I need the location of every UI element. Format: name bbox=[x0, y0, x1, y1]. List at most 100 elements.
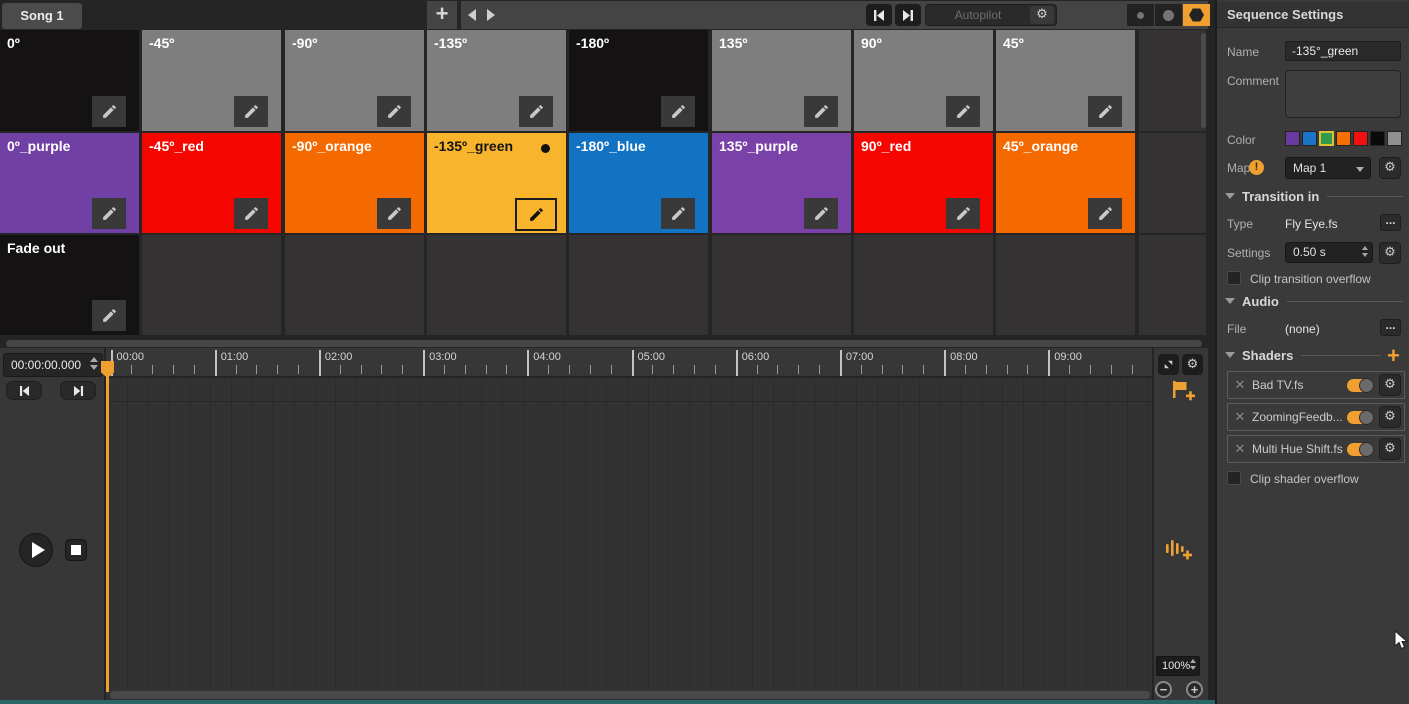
stop-button[interactable] bbox=[65, 539, 87, 561]
grid-header-cell[interactable]: 45º bbox=[996, 30, 1135, 131]
edit-clip-button[interactable] bbox=[661, 198, 695, 229]
grid-header-cell[interactable]: 0º bbox=[0, 30, 139, 131]
transition-duration-spinner[interactable]: 0.50 s bbox=[1285, 242, 1373, 263]
autopilot-gear-icon[interactable]: ⚙ bbox=[1030, 6, 1054, 24]
grid-header-cell[interactable]: -45º bbox=[142, 30, 281, 131]
clip-cell[interactable]: -180º_blue bbox=[569, 133, 708, 233]
type-browse-button[interactable]: ... bbox=[1380, 214, 1401, 231]
shader-toggle-on[interactable] bbox=[1347, 443, 1373, 456]
grid-vertical-scrollbar[interactable] bbox=[1201, 33, 1206, 128]
edit-clip-button[interactable] bbox=[804, 198, 838, 229]
shaders-section-header[interactable]: Shaders bbox=[1225, 347, 1383, 363]
duration-spin-arrows[interactable] bbox=[1362, 246, 1368, 257]
edit-clip-button[interactable] bbox=[234, 198, 268, 229]
edit-cell-button[interactable] bbox=[92, 96, 126, 127]
comment-textarea[interactable] bbox=[1285, 70, 1401, 118]
empty-grid-cell[interactable] bbox=[142, 235, 281, 335]
add-sequence-button[interactable]: + bbox=[427, 1, 457, 29]
empty-grid-cell[interactable] bbox=[1139, 30, 1206, 131]
color-swatch[interactable] bbox=[1387, 131, 1402, 146]
color-swatch[interactable] bbox=[1353, 131, 1368, 146]
empty-grid-cell[interactable] bbox=[854, 235, 993, 335]
collapse-caret-icon[interactable] bbox=[1225, 298, 1235, 304]
collapse-caret-icon[interactable] bbox=[1225, 352, 1235, 358]
file-browse-button[interactable]: ... bbox=[1380, 319, 1401, 336]
fit-view-button[interactable] bbox=[1158, 354, 1179, 375]
shader-gear-icon[interactable]: ⚙ bbox=[1379, 406, 1401, 428]
playhead-line[interactable] bbox=[106, 361, 109, 692]
clip-cell[interactable]: -45º_red bbox=[142, 133, 281, 233]
timeline-settings-gear-icon[interactable]: ⚙ bbox=[1182, 354, 1203, 375]
shader-gear-icon[interactable]: ⚙ bbox=[1379, 374, 1401, 396]
color-swatch-selected[interactable] bbox=[1319, 131, 1334, 146]
color-swatch[interactable] bbox=[1336, 131, 1351, 146]
view-toggle-small[interactable] bbox=[1127, 4, 1154, 26]
zoom-spinner[interactable] bbox=[1190, 659, 1196, 670]
timecode-field[interactable]: 00:00:00.000 bbox=[3, 353, 103, 377]
clip-cell[interactable]: 45º_orange bbox=[996, 133, 1135, 233]
shader-row[interactable]: ✕ ZoomingFeedb... ⚙ bbox=[1227, 403, 1405, 431]
map-info-icon[interactable]: ! bbox=[1249, 160, 1264, 175]
view-toggle-large-active[interactable] bbox=[1183, 4, 1210, 26]
remove-shader-icon[interactable]: ✕ bbox=[1228, 441, 1252, 457]
empty-grid-cell[interactable] bbox=[1139, 133, 1206, 233]
timeline-skip-start-button[interactable] bbox=[6, 381, 42, 400]
transition-gear-icon[interactable]: ⚙ bbox=[1379, 242, 1401, 264]
play-button[interactable] bbox=[19, 533, 53, 567]
edit-clip-button[interactable] bbox=[92, 198, 126, 229]
shader-toggle-on[interactable] bbox=[1347, 379, 1373, 392]
transition-in-section-header[interactable]: Transition in bbox=[1225, 188, 1405, 204]
add-audio-waveform-icon[interactable] bbox=[1165, 538, 1193, 562]
shader-row[interactable]: ✕ Multi Hue Shift.fs ⚙ bbox=[1227, 435, 1405, 463]
zoom-in-button[interactable]: + bbox=[1186, 681, 1203, 698]
shader-toggle-on[interactable] bbox=[1347, 411, 1373, 424]
color-swatch[interactable] bbox=[1285, 131, 1300, 146]
view-toggle-medium[interactable] bbox=[1155, 4, 1182, 26]
edit-cell-button[interactable] bbox=[519, 96, 553, 127]
edit-cell-button[interactable] bbox=[661, 96, 695, 127]
empty-grid-cell[interactable] bbox=[996, 235, 1135, 335]
clip-cell[interactable]: 90º_red bbox=[854, 133, 993, 233]
color-swatch[interactable] bbox=[1302, 131, 1317, 146]
clip-transition-overflow-checkbox[interactable] bbox=[1227, 271, 1241, 285]
map-gear-icon[interactable]: ⚙ bbox=[1379, 157, 1401, 179]
spin-up-icon[interactable] bbox=[1190, 659, 1196, 663]
next-arrow-icon[interactable] bbox=[487, 9, 495, 21]
remove-shader-icon[interactable]: ✕ bbox=[1228, 409, 1252, 425]
grid-header-cell[interactable]: -90º bbox=[285, 30, 424, 131]
edit-clip-button[interactable] bbox=[515, 198, 557, 231]
prev-arrow-icon[interactable] bbox=[468, 9, 476, 21]
spin-up-icon[interactable] bbox=[90, 357, 98, 362]
skip-to-end-button[interactable] bbox=[895, 4, 921, 26]
empty-grid-cell[interactable] bbox=[569, 235, 708, 335]
edit-cell-button[interactable] bbox=[92, 300, 126, 331]
empty-grid-cell[interactable] bbox=[712, 235, 851, 335]
collapse-caret-icon[interactable] bbox=[1225, 193, 1235, 199]
edit-clip-button[interactable] bbox=[377, 198, 411, 229]
name-input[interactable]: -135°_green bbox=[1285, 41, 1401, 61]
zoom-level-field[interactable]: 100% bbox=[1156, 656, 1200, 676]
add-marker-flag-icon[interactable] bbox=[1171, 380, 1195, 402]
empty-grid-cell[interactable] bbox=[285, 235, 424, 335]
clip-cell[interactable]: 0º_purple bbox=[0, 133, 139, 233]
spin-down-icon[interactable] bbox=[90, 365, 98, 370]
spin-up-icon[interactable] bbox=[1362, 246, 1368, 250]
edit-cell-button[interactable] bbox=[234, 96, 268, 127]
empty-grid-cell[interactable] bbox=[427, 235, 566, 335]
grid-horizontal-scrollbar[interactable] bbox=[6, 340, 1202, 347]
clip-cell-active[interactable]: -135º_green bbox=[427, 133, 566, 233]
spin-down-icon[interactable] bbox=[1362, 253, 1368, 257]
timeline-body[interactable] bbox=[106, 380, 1152, 688]
shader-gear-icon[interactable]: ⚙ bbox=[1379, 438, 1401, 460]
grid-header-cell[interactable]: 135º bbox=[712, 30, 851, 131]
timeline-skip-end-button[interactable] bbox=[60, 381, 96, 400]
clip-cell[interactable]: 135º_purple bbox=[712, 133, 851, 233]
timeline-ruler[interactable]: 00:0001:0002:0003:0004:0005:0006:0007:00… bbox=[106, 348, 1152, 378]
remove-shader-icon[interactable]: ✕ bbox=[1228, 377, 1252, 393]
grid-header-cell[interactable]: -135º bbox=[427, 30, 566, 131]
add-shader-button[interactable]: + bbox=[1387, 343, 1400, 369]
edit-cell-button[interactable] bbox=[377, 96, 411, 127]
edit-cell-button[interactable] bbox=[804, 96, 838, 127]
clip-shader-overflow-checkbox[interactable] bbox=[1227, 471, 1241, 485]
audio-section-header[interactable]: Audio bbox=[1225, 293, 1405, 309]
